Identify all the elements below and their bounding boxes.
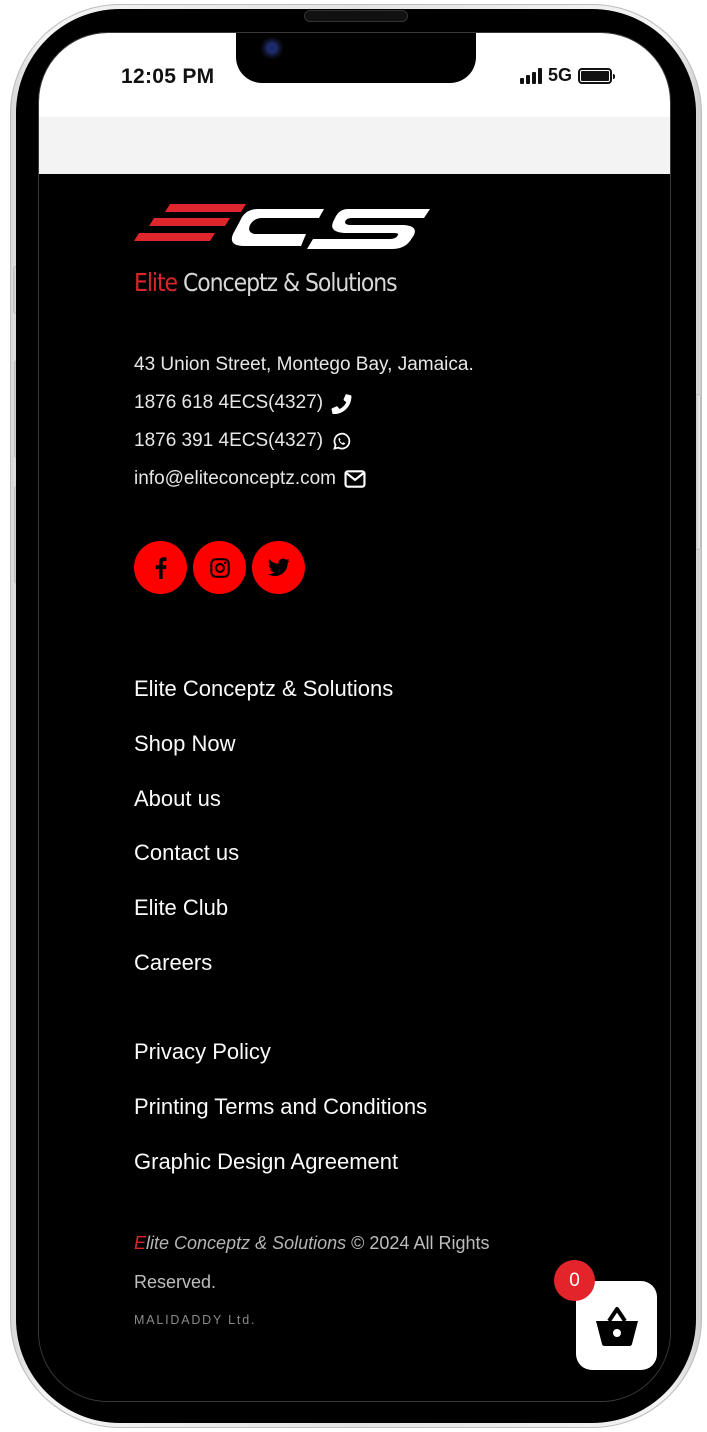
email-text[interactable]: info@eliteconceptz.com [134,465,336,493]
copyright-brand: Elite Conceptz & Solutions [134,1233,347,1253]
footer-link-shop-now[interactable]: Shop Now [134,727,393,782]
ecs-logo-mark [134,204,430,249]
footer-link-home[interactable]: Elite Conceptz & Solutions [134,672,393,727]
status-indicators: 5G [519,65,615,86]
status-time: 12:05 PM [121,65,215,88]
instagram-icon [209,557,230,578]
facebook-button[interactable] [134,541,187,594]
footer-link-printing-terms[interactable]: Printing Terms and Conditions [134,1090,427,1145]
whatsapp-row[interactable]: 1876 391 4ECS(4327) [134,422,474,460]
earpiece-speaker [304,10,408,22]
network-label: 5G [547,65,572,85]
phone-row[interactable]: 1876 618 4ECS(4327) [134,384,474,422]
footer-link-contact-us[interactable]: Contact us [134,836,393,891]
whatsapp-text[interactable]: 1876 391 4ECS(4327) [134,427,323,455]
footer-menu-legal: Privacy Policy Printing Terms and Condit… [134,1035,427,1199]
twitter-button[interactable] [252,541,305,594]
footer-link-careers[interactable]: Careers [134,946,393,1001]
developer-credit: MALIDADDY Ltd. [134,1313,257,1327]
address-row: 43 Union Street, Montego Bay, Jamaica. [134,346,474,384]
facebook-icon [155,556,166,579]
logo-wordmark: Elite Conceptz & Solutions [134,268,398,297]
footer-link-about-us[interactable]: About us [134,782,393,837]
social-links [134,541,305,594]
phone-text[interactable]: 1876 618 4ECS(4327) [134,389,323,417]
address-text: 43 Union Street, Montego Bay, Jamaica. [134,354,474,375]
status-bar: 12:05 PM 5G [39,33,670,117]
shopping-basket-icon [595,1306,638,1346]
site-footer: Elite Conceptz & Solutions 43 Union Stre… [39,174,670,1401]
contact-info: 43 Union Street, Montego Bay, Jamaica. 1… [134,346,474,498]
phone-icon [331,394,352,414]
instagram-button[interactable] [193,541,246,594]
whatsapp-icon [333,432,351,450]
screen: 12:05 PM 5G Elite Conceptz & Solutions 4… [38,32,671,1402]
front-camera [261,37,283,59]
footer-link-elite-club[interactable]: Elite Club [134,891,393,946]
company-logo[interactable]: Elite Conceptz & Solutions [134,204,434,299]
envelope-icon [344,470,366,488]
notch [236,33,476,83]
footer-link-privacy-policy[interactable]: Privacy Policy [134,1035,427,1090]
twitter-icon [267,558,290,577]
copyright-notice: Elite Conceptz & Solutions © 2024 All Ri… [134,1224,554,1302]
footer-menu-primary: Elite Conceptz & Solutions Shop Now Abou… [134,672,393,1001]
cart-count-badge: 0 [554,1260,595,1301]
signal-icon [519,67,542,84]
footer-link-graphic-design-agreement[interactable]: Graphic Design Agreement [134,1145,427,1200]
email-row[interactable]: info@eliteconceptz.com [134,460,474,498]
battery-icon [578,67,615,84]
page-header-strip [39,117,670,174]
